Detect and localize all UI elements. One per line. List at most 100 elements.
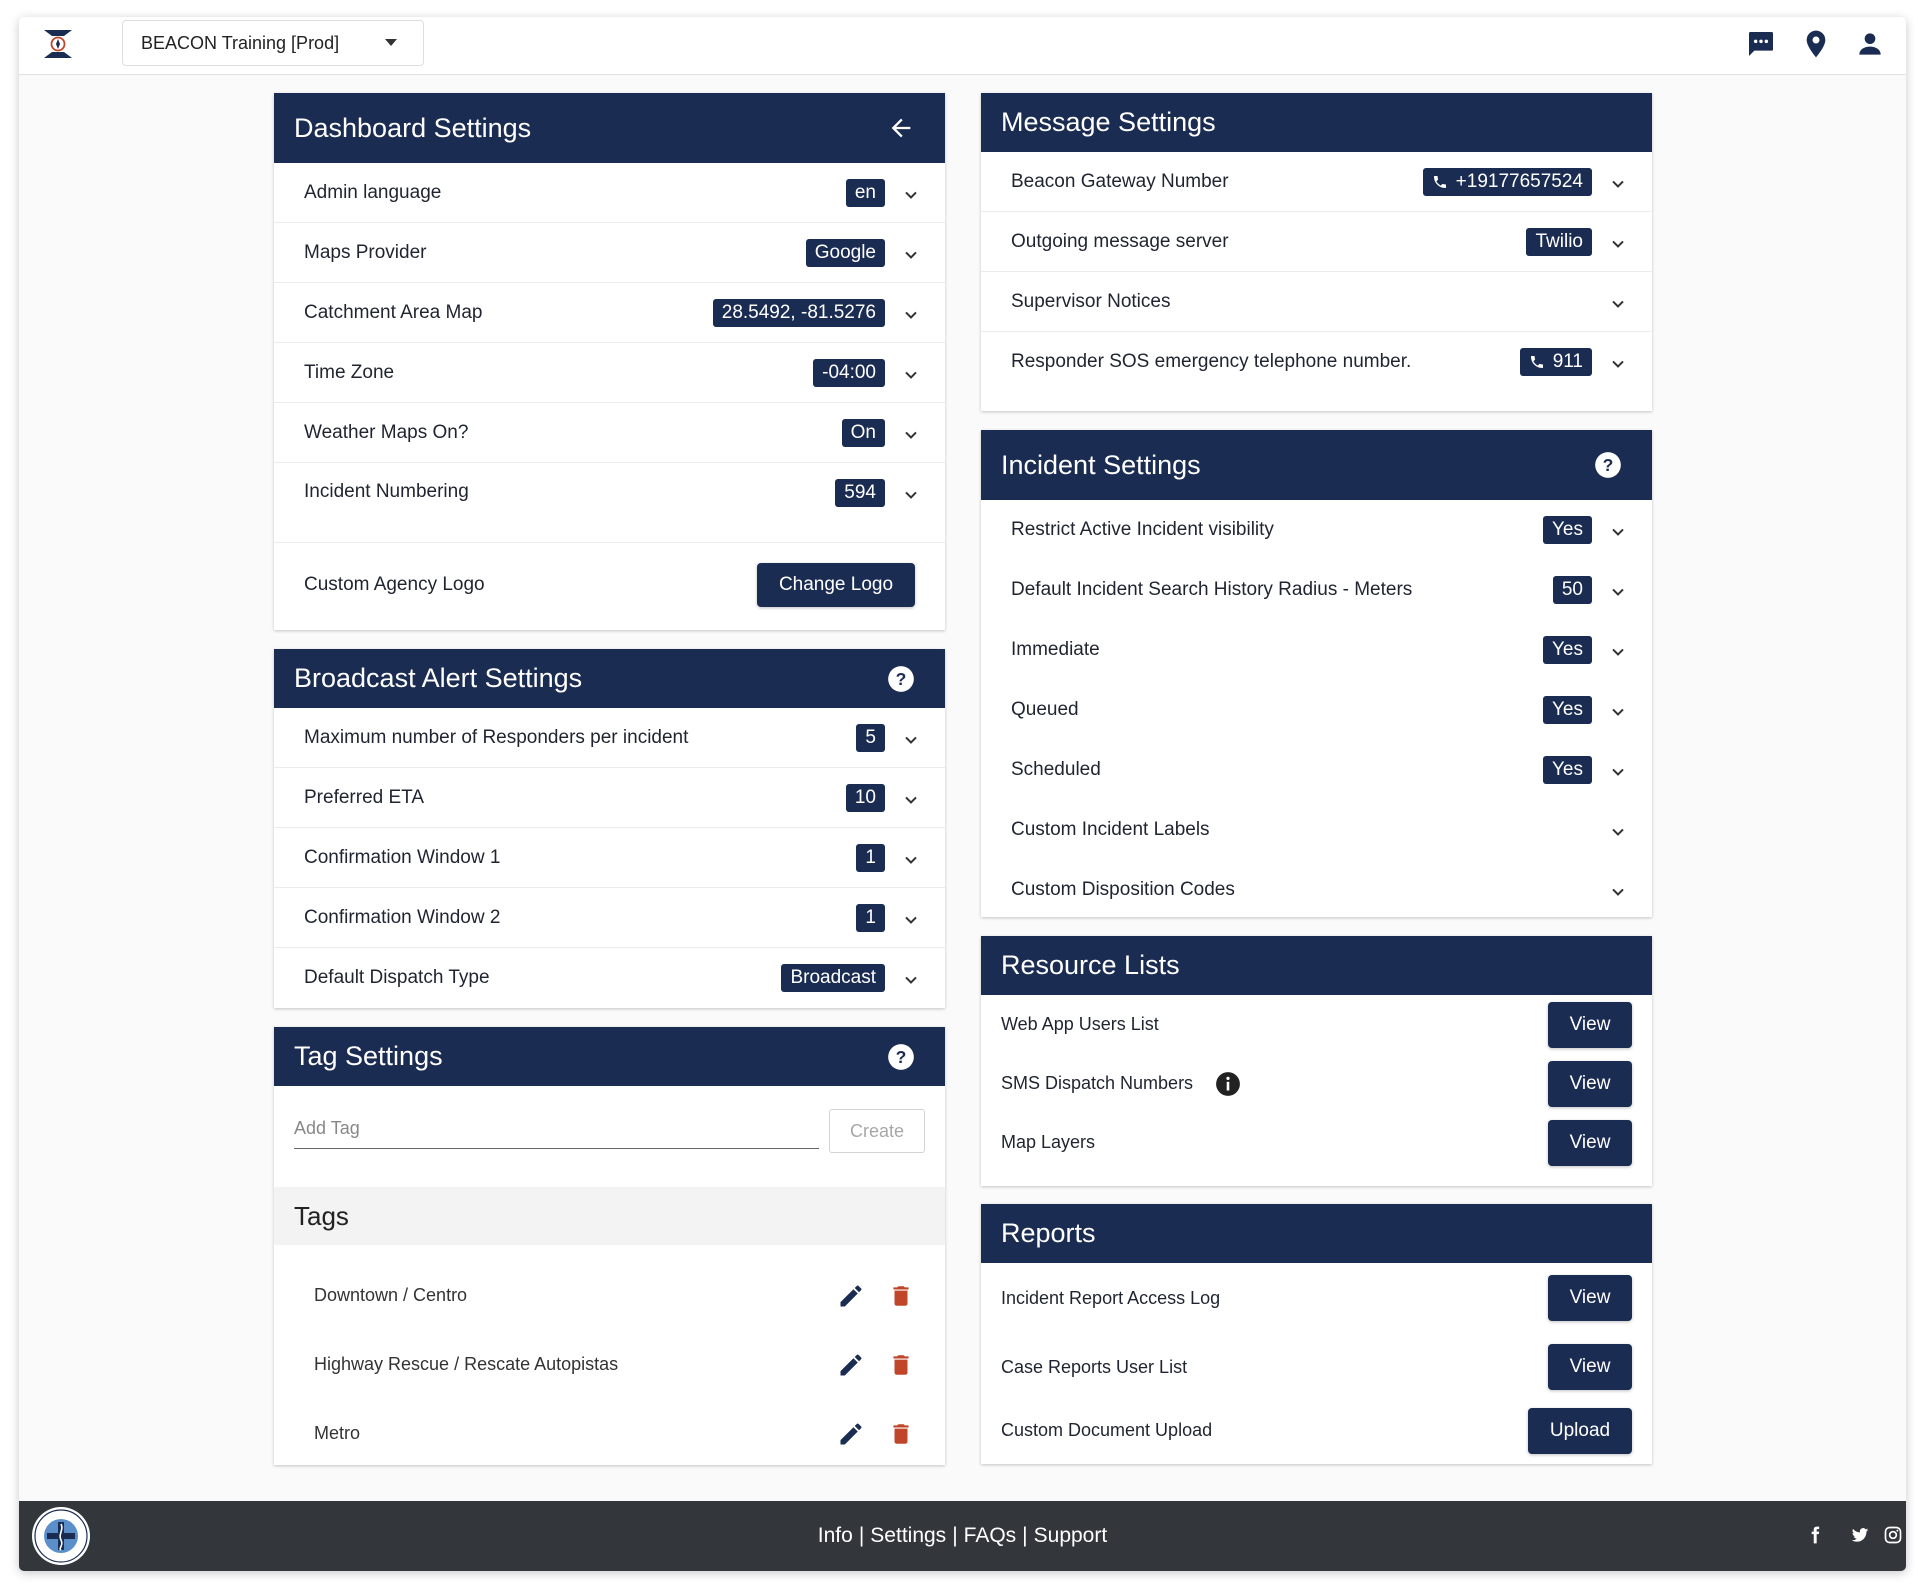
setting-row-max-responders[interactable]: Maximum number of Responders per inciden…	[274, 708, 945, 768]
footer-link-settings[interactable]: Settings	[870, 1524, 946, 1548]
setting-row-admin-language[interactable]: Admin language en	[274, 163, 945, 223]
setting-value-badge: Broadcast	[781, 964, 885, 992]
chevron-down-icon[interactable]	[1610, 236, 1626, 252]
setting-row-restrict-visibility[interactable]: Restrict Active Incident visibility Yes	[981, 500, 1652, 560]
edit-pencil-icon[interactable]	[837, 1282, 865, 1310]
setting-label: Responder SOS emergency telephone number…	[1011, 351, 1412, 372]
facebook-icon[interactable]	[1805, 1525, 1825, 1545]
view-map-layers-button[interactable]: View	[1548, 1119, 1632, 1166]
upload-document-button[interactable]: Upload	[1528, 1407, 1632, 1454]
twitter-icon[interactable]	[1850, 1525, 1870, 1545]
chevron-down-icon[interactable]	[903, 367, 919, 383]
reports-panel: Reports Incident Report Access Log View …	[981, 1204, 1652, 1464]
report-label: Incident Report Access Log	[1001, 1287, 1221, 1308]
instagram-icon[interactable]	[1883, 1525, 1903, 1545]
setting-value-badge: +19177657524	[1422, 167, 1592, 196]
chevron-down-icon[interactable]	[1610, 644, 1626, 660]
report-row-case-reports-users: Case Reports User List View	[981, 1333, 1652, 1401]
view-web-app-users-button[interactable]: View	[1548, 1001, 1632, 1048]
tag-name: Highway Rescue / Rescate Autopistas	[314, 1354, 619, 1374]
arrow-back-icon[interactable]	[887, 114, 915, 142]
footer-link-info[interactable]: Info	[818, 1524, 853, 1548]
setting-row-maps-provider[interactable]: Maps Provider Google	[274, 223, 945, 283]
svg-text:?: ?	[896, 1046, 907, 1066]
setting-row-confirmation-window-1[interactable]: Confirmation Window 1 1	[274, 828, 945, 888]
footer-link-faqs[interactable]: FAQs	[964, 1524, 1017, 1548]
setting-row-confirmation-window-2[interactable]: Confirmation Window 2 1	[274, 888, 945, 948]
organization-select[interactable]: BEACON Training [Prod]	[122, 20, 424, 66]
setting-row-weather-maps[interactable]: Weather Maps On? On	[274, 403, 945, 463]
setting-row-preferred-eta[interactable]: Preferred ETA 10	[274, 768, 945, 828]
setting-label: Outgoing message server	[1011, 230, 1229, 252]
trash-icon[interactable]	[888, 1351, 914, 1379]
add-tag-input[interactable]	[294, 1109, 819, 1148]
view-incident-access-log-button[interactable]: View	[1548, 1275, 1632, 1321]
chevron-down-icon[interactable]	[1610, 524, 1626, 540]
edit-pencil-icon[interactable]	[837, 1351, 865, 1379]
setting-row-scheduled[interactable]: Scheduled Yes	[981, 740, 1652, 800]
footer-separator: |	[952, 1524, 958, 1547]
help-icon[interactable]: ?	[887, 665, 915, 693]
setting-row-custom-disposition-codes[interactable]: Custom Disposition Codes	[981, 860, 1652, 920]
message-settings-panel: Message Settings Beacon Gateway Number +…	[981, 93, 1652, 411]
setting-row-time-zone[interactable]: Time Zone -04:00	[274, 343, 945, 403]
chevron-down-icon[interactable]	[903, 427, 919, 443]
footer: Info | Settings | FAQs | Support	[19, 1501, 1906, 1571]
trash-icon[interactable]	[888, 1420, 914, 1448]
setting-row-supervisor-notices[interactable]: Supervisor Notices	[981, 272, 1652, 332]
app-logo-icon[interactable]	[41, 27, 75, 61]
chevron-down-icon[interactable]	[903, 487, 919, 503]
chevron-down-icon[interactable]	[903, 732, 919, 748]
broadcast-alert-settings-panel: Broadcast Alert Settings ? Maximum numbe…	[274, 649, 945, 1008]
setting-row-custom-incident-labels[interactable]: Custom Incident Labels	[981, 800, 1652, 860]
help-icon[interactable]: ?	[887, 1043, 915, 1071]
chevron-down-icon	[385, 39, 397, 46]
panel-title: Message Settings	[1001, 107, 1216, 137]
setting-value-badge: 1	[856, 903, 885, 932]
panel-title: Dashboard Settings	[294, 112, 532, 143]
reports-header: Reports	[981, 1204, 1652, 1263]
help-icon[interactable]: ?	[1594, 451, 1622, 479]
chevron-down-icon[interactable]	[903, 187, 919, 203]
tag-name: Metro	[314, 1423, 361, 1443]
chevron-down-icon[interactable]	[1610, 704, 1626, 720]
setting-value-badge: 10	[845, 783, 885, 812]
trash-icon[interactable]	[888, 1282, 914, 1310]
person-icon[interactable]	[1854, 28, 1886, 60]
chevron-down-icon[interactable]	[903, 912, 919, 928]
chevron-down-icon[interactable]	[903, 852, 919, 868]
chevron-down-icon[interactable]	[1610, 176, 1626, 192]
location-pin-icon[interactable]	[1800, 28, 1832, 60]
chat-icon[interactable]	[1745, 28, 1777, 60]
setting-row-default-dispatch-type[interactable]: Default Dispatch Type Broadcast	[274, 948, 945, 1008]
chevron-down-icon[interactable]	[903, 972, 919, 988]
view-case-reports-users-button[interactable]: View	[1548, 1344, 1632, 1390]
chevron-down-icon[interactable]	[903, 247, 919, 263]
setting-label: Custom Incident Labels	[1011, 819, 1210, 840]
setting-row-search-radius[interactable]: Default Incident Search History Radius -…	[981, 560, 1652, 620]
chevron-down-icon[interactable]	[903, 307, 919, 323]
setting-row-incident-numbering[interactable]: Incident Numbering 594	[274, 463, 945, 543]
chevron-down-icon[interactable]	[1610, 584, 1626, 600]
change-logo-button[interactable]: Change Logo	[757, 563, 915, 607]
footer-link-support[interactable]: Support	[1034, 1524, 1108, 1548]
setting-row-catchment-area-map[interactable]: Catchment Area Map 28.5492, -81.5276	[274, 283, 945, 343]
setting-value-badge: Yes	[1543, 756, 1592, 784]
chevron-down-icon[interactable]	[903, 792, 919, 808]
create-tag-button[interactable]: Create	[829, 1109, 925, 1153]
info-icon[interactable]	[1215, 1071, 1241, 1097]
view-sms-dispatch-numbers-button[interactable]: View	[1548, 1060, 1632, 1107]
chevron-down-icon[interactable]	[1610, 764, 1626, 780]
setting-row-queued[interactable]: Queued Yes	[981, 680, 1652, 740]
setting-label: Admin language	[304, 181, 442, 203]
edit-pencil-icon[interactable]	[837, 1420, 865, 1448]
chevron-down-icon[interactable]	[1610, 296, 1626, 312]
setting-row-gateway-number[interactable]: Beacon Gateway Number +19177657524	[981, 152, 1652, 212]
setting-row-immediate[interactable]: Immediate Yes	[981, 620, 1652, 680]
setting-label: Maps Provider	[304, 241, 427, 263]
chevron-down-icon[interactable]	[1610, 356, 1626, 372]
setting-row-outgoing-server[interactable]: Outgoing message server Twilio	[981, 212, 1652, 272]
setting-row-sos-number[interactable]: Responder SOS emergency telephone number…	[981, 332, 1652, 392]
chevron-down-icon[interactable]	[1610, 824, 1626, 840]
chevron-down-icon[interactable]	[1610, 884, 1626, 900]
